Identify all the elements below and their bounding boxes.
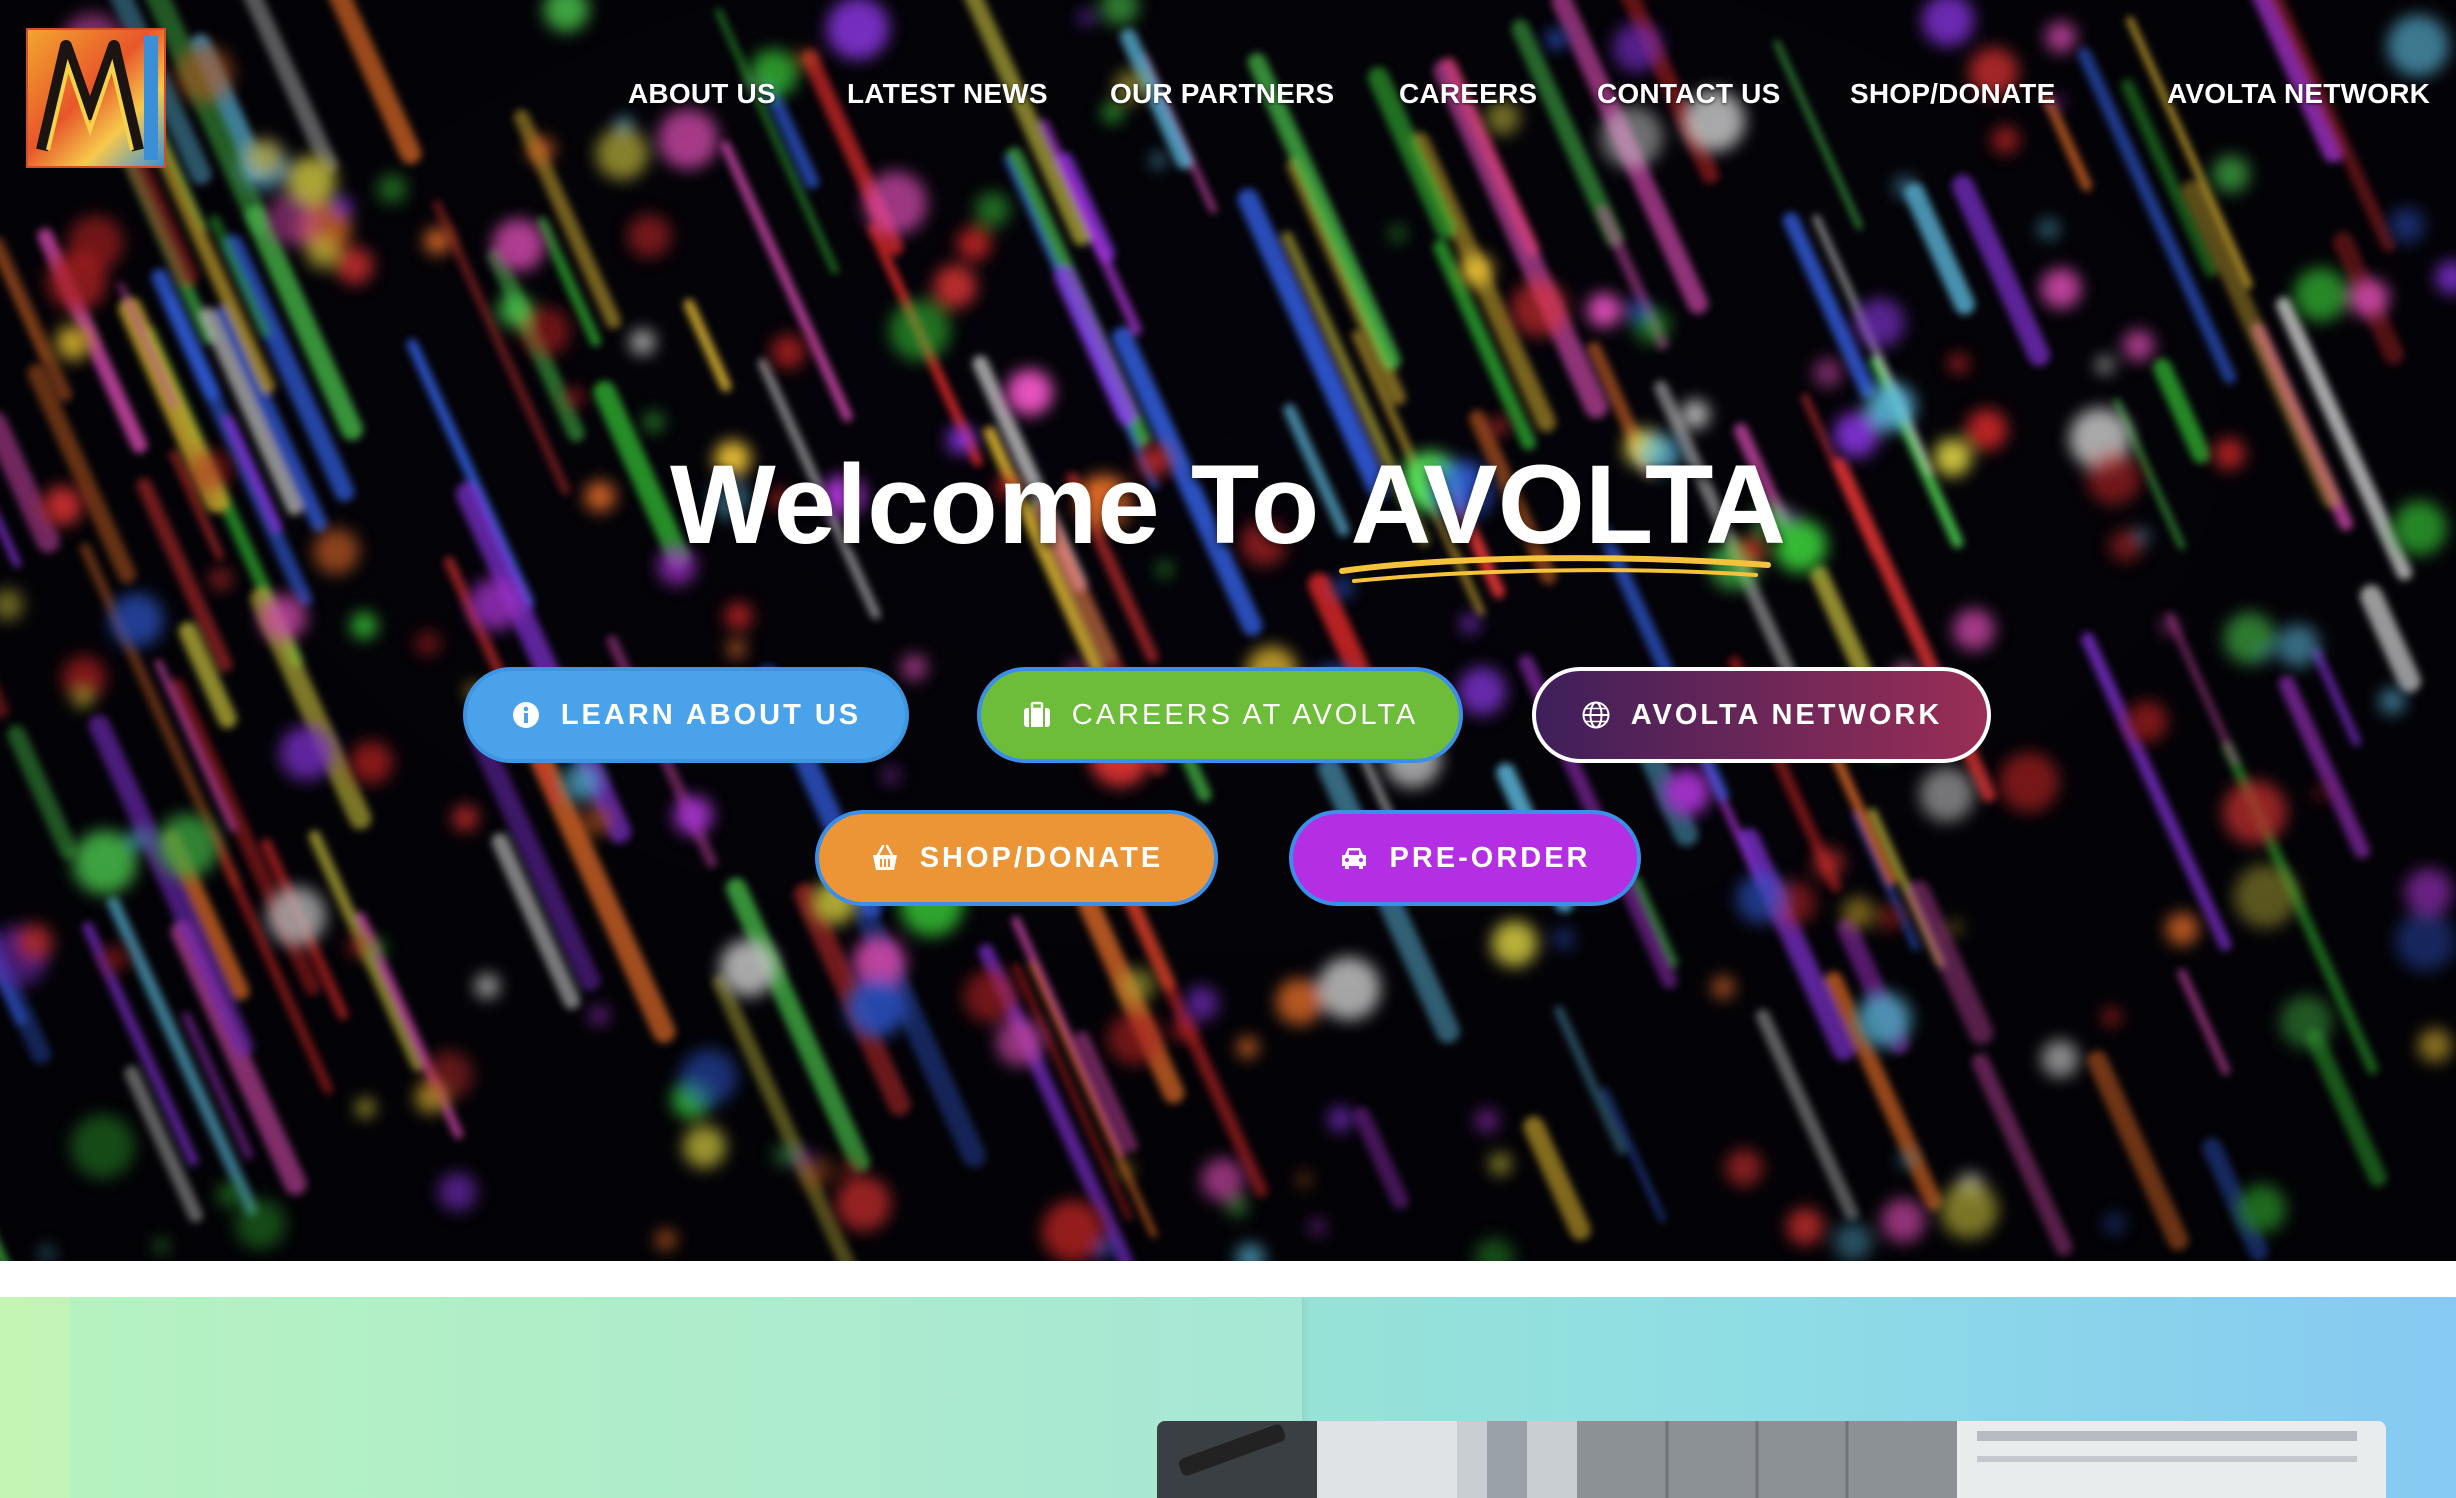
shop-donate-label: SHOP/DONATE — [919, 841, 1164, 874]
shop-donate-button[interactable]: SHOP/DONATE — [815, 810, 1218, 906]
hero-heading-accent-text: AVOLTA — [1350, 442, 1786, 567]
intro-section — [0, 1297, 2456, 1498]
hero-section: ABOUT US LATEST NEWS OUR PARTNERS CAREER… — [0, 0, 2456, 1261]
globe-icon — [1582, 701, 1610, 729]
nav-our-partners[interactable]: OUR PARTNERS — [1110, 78, 1334, 110]
intro-card — [70, 1297, 1302, 1498]
nav-latest-news[interactable]: LATEST NEWS — [847, 78, 1048, 110]
hero-background-image — [0, 0, 2456, 1261]
hero-heading: Welcome To AVOLTA — [0, 440, 2456, 583]
info-circle-icon — [512, 702, 539, 728]
learn-about-us-label: LEARN ABOUT US — [560, 698, 862, 731]
nav-shop-donate[interactable]: SHOP/DONATE — [1850, 78, 2055, 110]
briefcase-icon — [1023, 701, 1050, 727]
pre-order-label: PRE-ORDER — [1389, 841, 1591, 874]
nav-careers[interactable]: CAREERS — [1399, 78, 1537, 110]
car-icon — [1342, 848, 1367, 869]
nav-contact-us[interactable]: CONTACT US — [1597, 78, 1780, 110]
learn-about-us-button[interactable]: LEARN ABOUT US — [463, 667, 909, 763]
pre-order-button[interactable]: PRE-ORDER — [1289, 810, 1641, 906]
avolta-network-label: AVOLTA NETWORK — [1630, 698, 1943, 731]
section-divider — [0, 1261, 2456, 1297]
careers-at-avolta-button[interactable]: CAREERS AT AVOLTA — [977, 667, 1463, 763]
factory-photo-image — [1157, 1421, 2386, 1498]
nav-avolta-network[interactable]: AVOLTA NETWORK — [2167, 78, 2430, 110]
main-navigation: ABOUT US LATEST NEWS OUR PARTNERS CAREER… — [0, 78, 2456, 118]
careers-at-avolta-label: CAREERS AT AVOLTA — [1071, 698, 1419, 731]
factory-photo — [1157, 1421, 2386, 1498]
accent-underline — [1339, 555, 1772, 583]
nav-about-us[interactable]: ABOUT US — [628, 78, 776, 110]
hero-heading-accent: AVOLTA — [1339, 440, 1786, 583]
hero-heading-prefix: Welcome To — [670, 442, 1320, 567]
avolta-network-button[interactable]: AVOLTA NETWORK — [1532, 667, 1991, 763]
basket-icon — [872, 844, 897, 870]
